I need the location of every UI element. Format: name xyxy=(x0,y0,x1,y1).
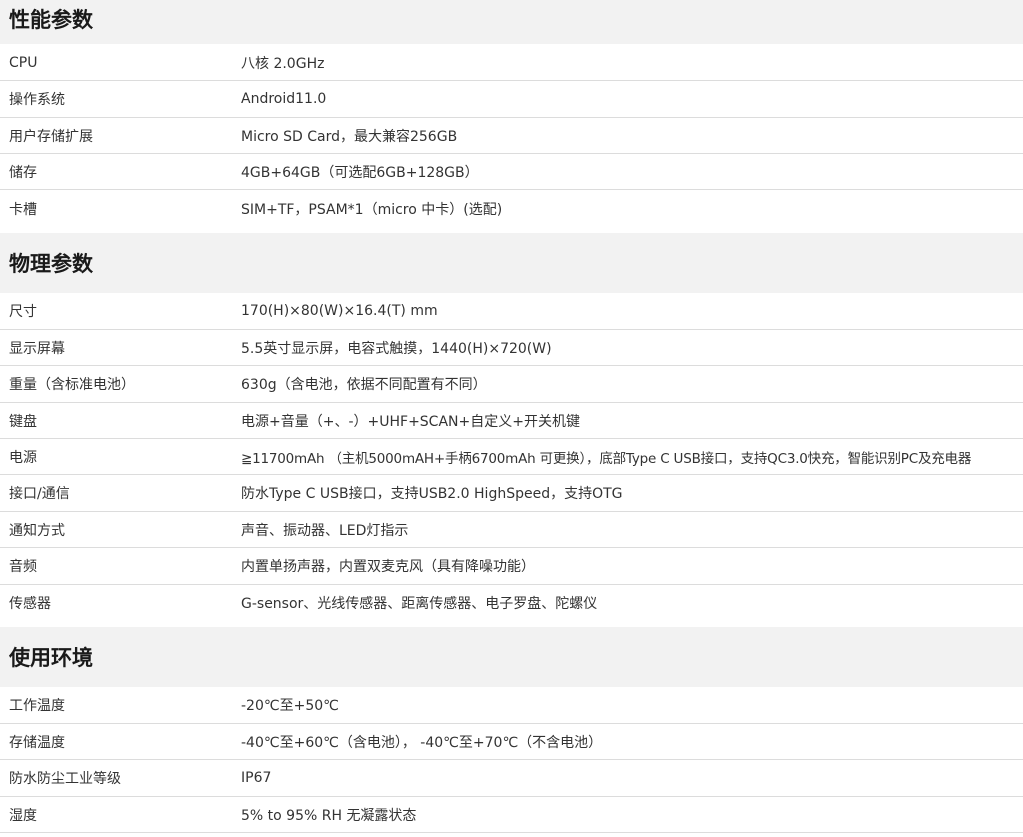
spec-value: 防水Type C USB接口，支持USB2.0 HighSpeed，支持OTG xyxy=(241,486,623,502)
spec-value: 5.5英寸显示屏，电容式触摸，1440(H)×720(W) xyxy=(241,340,552,357)
spec-label: 湿度 xyxy=(9,807,37,824)
spec-row-interface: 接口/通信 防水Type C USB接口，支持USB2.0 HighSpeed，… xyxy=(0,475,1023,512)
spec-row-cpu: CPU 八核 2.0GHz xyxy=(0,45,1023,81)
spec-label: 电源 xyxy=(9,449,37,466)
spec-label: 防水防尘工业等级 xyxy=(9,771,121,787)
spec-label: 显示屏幕 xyxy=(9,340,65,357)
spec-row-dimensions: 尺寸 170(H)×80(W)×16.4(T) mm xyxy=(0,293,1023,330)
spec-label: 重量（含标准电池） xyxy=(9,377,135,393)
spec-row-audio: 音频 内置单扬声器，内置双麦克风（具有降噪功能） xyxy=(0,548,1023,585)
spec-value: 5% to 95% RH 无凝露状态 xyxy=(241,807,417,824)
spec-row-storage: 储存 4GB+64GB（可选配6GB+128GB） xyxy=(0,154,1023,190)
spec-value: SIM+TF，PSAM*1（micro 中卡）(选配) xyxy=(241,201,503,218)
spec-row-sensors: 传感器 G-sensor、光线传感器、距离传感器、电子罗盘、陀螺仪 xyxy=(0,585,1023,621)
section-title-environment: 使用环境 xyxy=(0,627,1023,687)
spec-value: 170(H)×80(W)×16.4(T) mm xyxy=(241,303,438,319)
spec-value: -40℃至+60℃（含电池）， -40℃至+70℃（不含电池） xyxy=(241,734,603,751)
spec-value: IP67 xyxy=(241,770,272,786)
spec-row-card-slot: 卡槽 SIM+TF，PSAM*1（micro 中卡）(选配) xyxy=(0,190,1023,227)
spec-row-operating-temp: 工作温度 -20℃至+50℃ xyxy=(0,687,1023,724)
spec-row-storage-temp: 存储温度 -40℃至+60℃（含电池）， -40℃至+70℃（不含电池） xyxy=(0,724,1023,760)
spec-value: 八核 2.0GHz xyxy=(241,55,325,72)
section-title-performance: 性能参数 xyxy=(0,0,1023,44)
spec-label: 音频 xyxy=(9,559,37,575)
spec-row-os: 操作系统 Android11.0 xyxy=(0,81,1023,118)
spec-row-storage-expansion: 用户存储扩展 Micro SD Card，最大兼容256GB xyxy=(0,118,1023,154)
spec-label: 用户存储扩展 xyxy=(9,128,93,145)
spec-label: 传感器 xyxy=(9,596,51,612)
spec-label: 通知方式 xyxy=(9,522,65,539)
spec-value: 电源+音量（+、-）+UHF+SCAN+自定义+开关机键 xyxy=(241,413,580,430)
section-title-physical: 物理参数 xyxy=(0,233,1023,293)
spec-label: 尺寸 xyxy=(9,304,37,320)
spec-row-humidity: 湿度 5% to 95% RH 无凝露状态 xyxy=(0,797,1023,833)
spec-value: Micro SD Card，最大兼容256GB xyxy=(241,128,458,145)
spec-value: 内置单扬声器，内置双麦克风（具有降噪功能） xyxy=(241,559,535,575)
spec-row-weight: 重量（含标准电池） 630g（含电池，依据不同配置有不同） xyxy=(0,366,1023,403)
spec-row-display: 显示屏幕 5.5英寸显示屏，电容式触摸，1440(H)×720(W) xyxy=(0,330,1023,366)
spec-row-keyboard: 键盘 电源+音量（+、-）+UHF+SCAN+自定义+开关机键 xyxy=(0,403,1023,439)
spec-label: 储存 xyxy=(9,164,37,181)
spec-value: -20℃至+50℃ xyxy=(241,698,339,714)
spec-label: 键盘 xyxy=(9,413,37,430)
spec-value: 4GB+64GB（可选配6GB+128GB） xyxy=(241,164,479,181)
spec-value: Android11.0 xyxy=(241,91,327,107)
spec-row-power: 电源 ≧11700mAh （主机5000mAH+手柄6700mAh 可更换），底… xyxy=(0,439,1023,475)
spec-label: 接口/通信 xyxy=(9,486,70,502)
spec-label: 工作温度 xyxy=(9,698,65,714)
spec-row-notification: 通知方式 声音、振动器、LED灯指示 xyxy=(0,512,1023,548)
spec-value: 声音、振动器、LED灯指示 xyxy=(241,522,409,539)
spec-label: 存储温度 xyxy=(9,734,65,751)
spec-row-ip-rating: 防水防尘工业等级 IP67 xyxy=(0,760,1023,797)
spec-label: CPU xyxy=(9,54,38,71)
spec-value: G-sensor、光线传感器、距离传感器、电子罗盘、陀螺仪 xyxy=(241,596,598,612)
spec-value: 630g（含电池，依据不同配置有不同） xyxy=(241,377,487,393)
spec-value: ≧11700mAh （主机5000mAH+手柄6700mAh 可更换），底部Ty… xyxy=(241,450,972,467)
spec-label: 卡槽 xyxy=(9,201,37,218)
spec-label: 操作系统 xyxy=(9,92,65,108)
